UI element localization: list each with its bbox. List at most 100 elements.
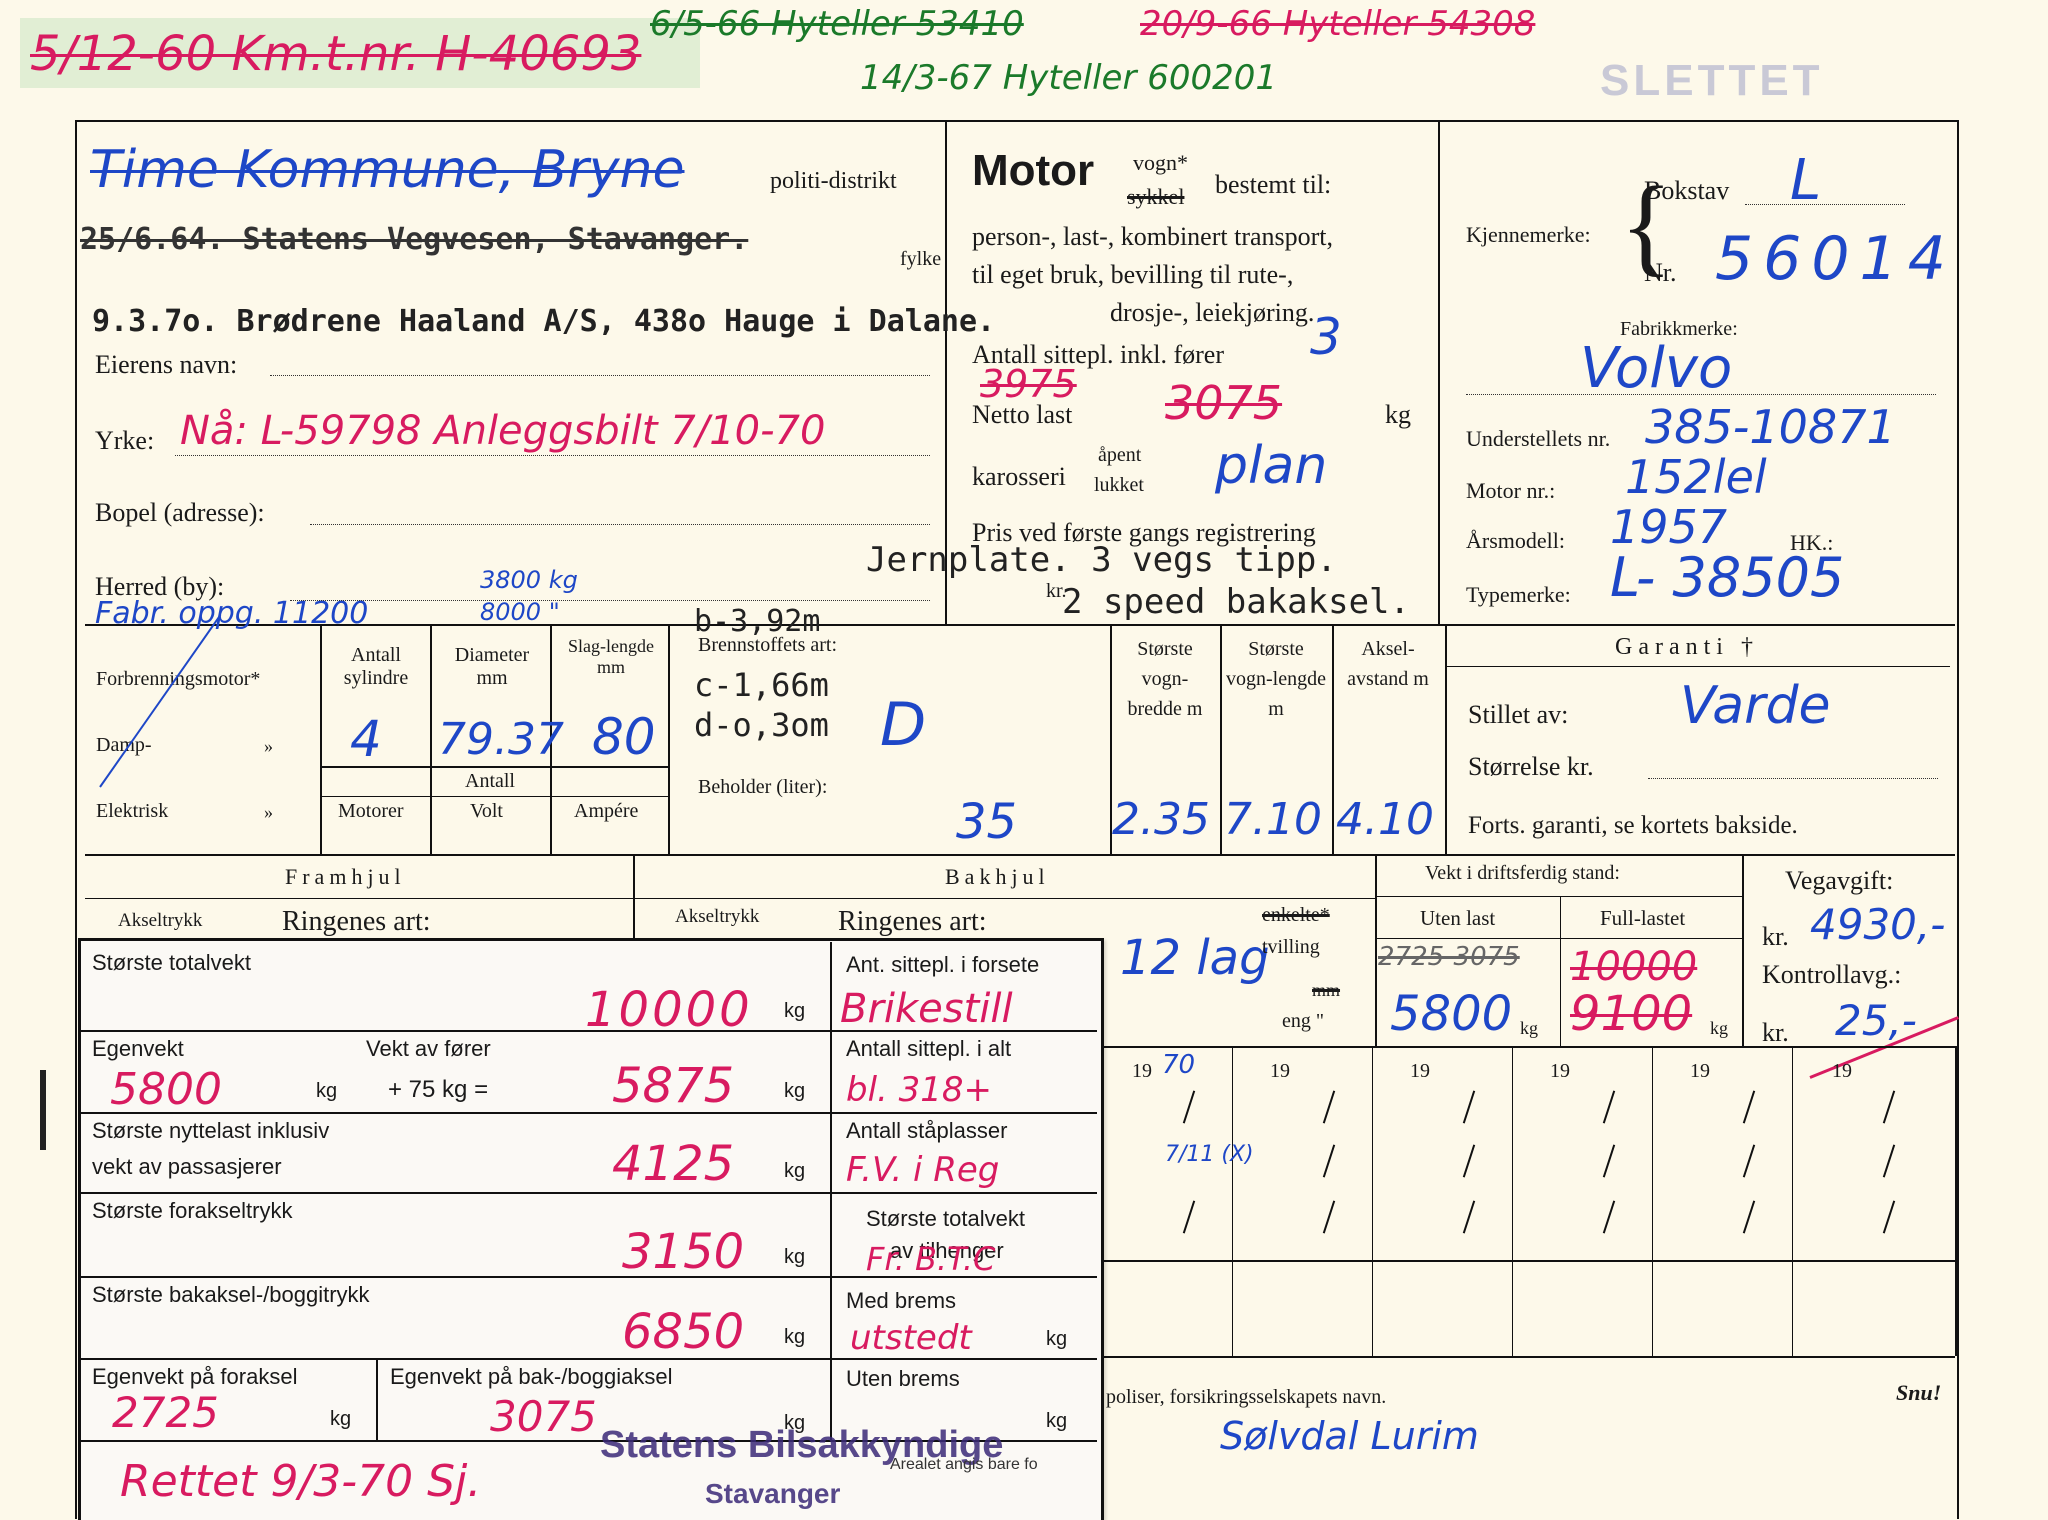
year-3: 19 — [1410, 1060, 1430, 1082]
tvilling-label: tvilling — [1262, 936, 1320, 958]
divider — [1092, 1356, 1955, 1358]
netto-kg: kg — [1385, 400, 1411, 429]
aksel-value: 4.10 — [1336, 794, 1434, 845]
divider — [1372, 1046, 1373, 1356]
karosseri-value: plan — [1215, 436, 1328, 496]
slip-foraksel-label: Største forakseltrykk — [92, 1198, 293, 1223]
divider — [1560, 896, 1561, 1046]
year-1: 19 — [1132, 1060, 1152, 1082]
elektrisk-quote: » — [264, 802, 273, 822]
snu-label: Snu! — [1896, 1380, 1942, 1405]
understell-value: 385-10871 — [1645, 400, 1896, 454]
garanti-title: Garanti † — [1615, 634, 1759, 660]
lag-value: 12 lag — [1120, 930, 1270, 986]
vegavgift-kr: kr. — [1762, 922, 1789, 951]
header-reg-line: 5/12-60 Km.t.nr. H-40693 — [30, 26, 642, 82]
antall-label: Antall — [465, 770, 515, 792]
forts-label: Forts. garanti, se kortets bakside. — [1468, 812, 1798, 839]
typed-d: d-o,3om — [694, 706, 829, 744]
fabr-note: Fabr. oppg. 11200 — [95, 596, 369, 631]
slip-sittepl-alt-label: Antall sittepl. i alt — [846, 1036, 1012, 1061]
slip-forer-label: Vekt av fører — [366, 1036, 491, 1061]
ampere-label: Ampére — [574, 800, 639, 822]
fabrikk-value: Volvo — [1580, 336, 1733, 401]
header-meter-1: 6/5-66 Hyteller 53410 — [650, 4, 1024, 44]
typed-note-2: 2 speed bakaksel. — [1062, 582, 1410, 622]
uten-kg: kg — [1520, 1018, 1538, 1038]
slip-kg-3: kg — [784, 1160, 806, 1182]
dots — [290, 600, 930, 601]
address-label: Bopel (adresse): — [95, 498, 265, 527]
slip-kg-6: kg — [330, 1408, 352, 1430]
divider — [1092, 1046, 1955, 1048]
divider — [1652, 1046, 1653, 1356]
divider — [668, 626, 670, 854]
typed-owner: 9.3.7o. Brødrene Haaland A/S, 438o Hauge… — [92, 304, 996, 339]
usage-line-3: drosje-, leiekjøring. — [1110, 298, 1315, 327]
apent-label: åpent — [1098, 444, 1142, 466]
sylindre-label: Antall sylindre — [343, 644, 409, 689]
slettet-stamp: SLETTET — [1600, 56, 1824, 105]
motor-title: Motor — [972, 146, 1095, 195]
divider — [1220, 626, 1222, 854]
lengde-label: Største vogn-lengde m — [1226, 638, 1326, 720]
divider — [430, 626, 432, 854]
typed-note-1: Jernplate. 3 vegs tipp. — [866, 540, 1337, 580]
slip-nyttelast-label-1: Største nyttelast inklusiv — [92, 1118, 330, 1143]
divider — [81, 1358, 1097, 1360]
divider — [1375, 938, 1742, 939]
slip-forsete-value: Brikestill — [840, 986, 1013, 1032]
slip-kg-2: kg — [784, 1080, 806, 1102]
akseltrykk-1-label: Akseltrykk — [118, 910, 203, 931]
rettet-note: Rettet 9/3-70 Sj. — [120, 1456, 482, 1507]
slip-egenvekt-kg: kg — [316, 1080, 338, 1102]
owner-struck-line-1: Time Kommune, Bryne — [90, 140, 685, 200]
bredde-label: Største vogn-bredde m — [1127, 638, 1203, 720]
fylke-label: fylke — [900, 248, 942, 270]
divider — [81, 1112, 1097, 1114]
bokstav-label: Bokstav — [1644, 176, 1730, 205]
slip-forsete-label: Ant. sittepl. i forsete — [846, 952, 1040, 977]
netto-value: 3075 — [1165, 376, 1283, 430]
stamp-stavanger: Stavanger — [705, 1478, 841, 1509]
kontroll-label: Kontrollavg.: — [1762, 960, 1902, 989]
full-kg: kg — [1710, 1018, 1728, 1038]
bakhjul-title: Bakhjul — [945, 864, 1050, 889]
understell-label: Understellets nr. — [1466, 426, 1611, 451]
owner-struck-line-2: 25/6.64. Statens Vegvesen, Stavanger. — [80, 222, 749, 257]
netto-label: Netto last — [972, 400, 1073, 429]
kjennemerke-label: Kjennemerke: — [1466, 222, 1591, 247]
slip-totalvekt-label: Største totalvekt — [92, 950, 251, 975]
forsikring-value: Sølvdal Lurim — [1220, 1414, 1479, 1458]
volt-label: Volt — [470, 800, 503, 822]
year-5: 19 — [1690, 1060, 1710, 1082]
aksel-label: Aksel-avstand m — [1347, 638, 1429, 690]
divider — [1742, 856, 1744, 1046]
beholder-label: Beholder (liter): — [698, 776, 828, 798]
dots — [310, 524, 930, 525]
slip-foraksel-value: 3150 — [622, 1224, 745, 1280]
slip-egen-for-label: Egenvekt på foraksel — [92, 1364, 298, 1389]
ringenes-2-label: Ringenes art: — [838, 906, 987, 937]
slip-sittepl-alt-value: bl. 318+ — [846, 1070, 993, 1110]
slip-totalvekt-value: 10000 — [585, 982, 753, 1038]
framhjul-title: Framhjul — [285, 864, 406, 889]
divider — [1375, 896, 1742, 897]
header-meter-2: 20/9-66 Hyteller 54308 — [1140, 4, 1536, 44]
stillet-value: Varde — [1680, 676, 1831, 736]
dots — [175, 455, 930, 456]
full-struck: 10000 — [1570, 944, 1698, 990]
bestemt-label: bestemt til: — [1215, 170, 1332, 199]
owner-name-label: Eierens navn: — [95, 350, 238, 379]
divider — [1375, 856, 1377, 1046]
district-label: politi-distrikt — [770, 168, 897, 194]
full-value: 9100 — [1570, 986, 1693, 1042]
divider — [1092, 1260, 1955, 1262]
slip-utenbrems-label: Uten brems — [846, 1366, 960, 1391]
motornr-value: 152lel — [1625, 450, 1767, 504]
poliser-label: poliser, forsikringsselskapets navn. — [1106, 1386, 1387, 1408]
slip-tilhenger-label-1: Største totalvekt — [866, 1206, 1025, 1231]
year-4: 19 — [1550, 1060, 1570, 1082]
occupation-value: Nå: L-59798 Anleggsbilt 7/10-70 — [180, 408, 826, 454]
slip-bakaksel-label: Største bakaksel-/boggitrykk — [92, 1282, 370, 1307]
